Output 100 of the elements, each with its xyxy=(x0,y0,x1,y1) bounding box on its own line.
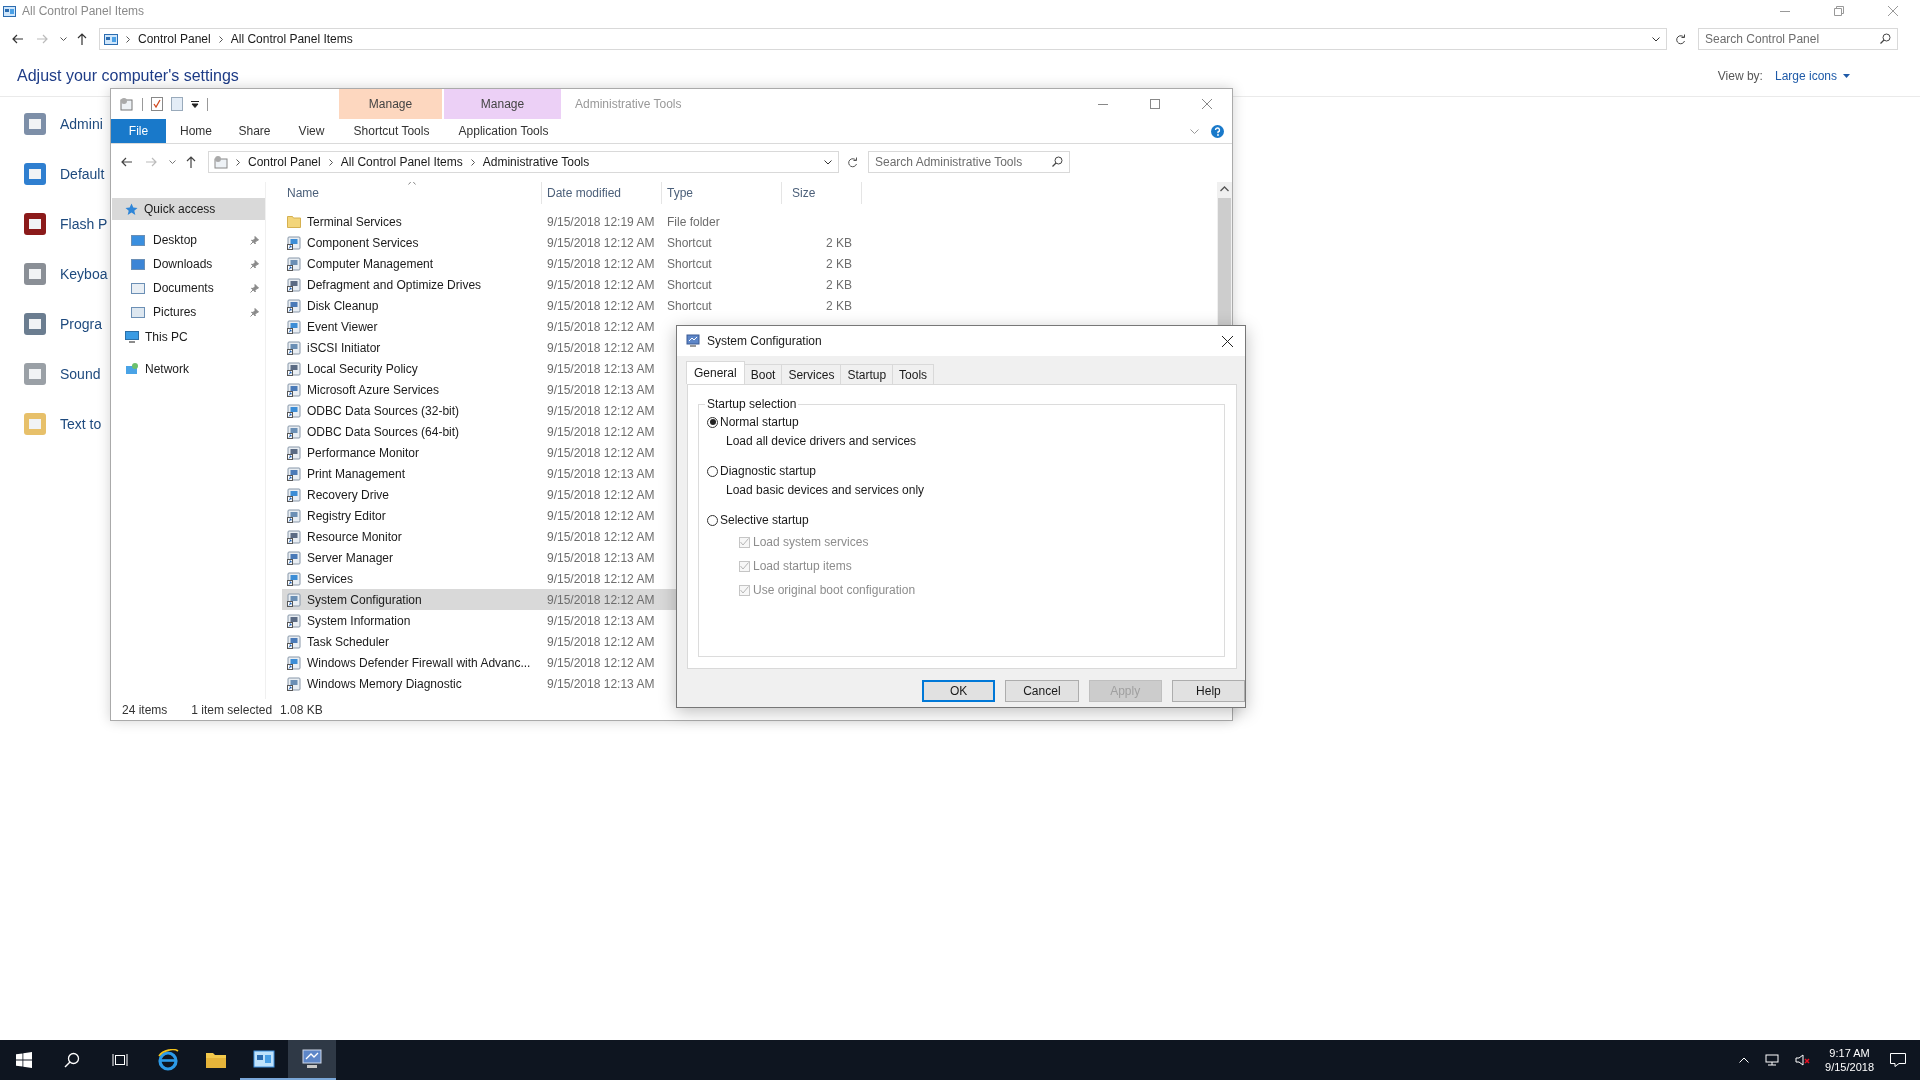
file-row[interactable]: Component Services 9/15/2018 12:12 AM Shortcut 2 KB xyxy=(282,232,862,253)
file-row[interactable]: Windows Memory Diagnostic 9/15/2018 12:13 AM xyxy=(282,673,862,694)
task-view-icon[interactable] xyxy=(112,1053,128,1067)
column-header[interactable]: Size xyxy=(782,182,862,204)
date-cell: 9/15/2018 12:12 AM xyxy=(547,277,655,292)
help-icon[interactable] xyxy=(1211,124,1224,138)
applet-label[interactable]: Keyboa xyxy=(60,266,108,282)
file-row[interactable]: Disk Cleanup 9/15/2018 12:12 AM Shortcut 2 KB xyxy=(282,295,862,316)
nav-item[interactable]: Quick access xyxy=(112,198,265,220)
chevron-icon[interactable] xyxy=(218,35,223,43)
caret-icon[interactable] xyxy=(169,159,176,165)
dialog-button[interactable]: Cancel xyxy=(1005,680,1079,702)
view-mode-dropdown[interactable]: Large icons xyxy=(1774,69,1837,83)
breadcrumb-item[interactable]: All Control Panel Items xyxy=(340,155,463,169)
pin-icon[interactable] xyxy=(250,283,259,293)
clock[interactable]: 9:17 AM 9/15/2018 xyxy=(1825,1046,1874,1074)
applet-label[interactable]: Admini xyxy=(60,116,103,132)
expand-ribbon-icon[interactable] xyxy=(1190,128,1199,134)
up-arrow-icon[interactable] xyxy=(77,33,87,45)
breadcrumb-item[interactable]: Control Panel xyxy=(138,32,211,46)
network-icon[interactable] xyxy=(1765,1054,1780,1066)
speaker-muted-icon[interactable] xyxy=(1795,1054,1812,1066)
close-icon[interactable] xyxy=(1222,335,1233,347)
file-row[interactable]: Computer Management 9/15/2018 12:12 AM Shortcut 2 KB xyxy=(282,253,862,274)
column-header[interactable]: Type xyxy=(662,182,782,204)
ribbon-tab[interactable]: Application Tools xyxy=(445,119,562,143)
customize-toolbar-icon[interactable] xyxy=(191,100,199,108)
option-label[interactable]: Diagnostic startup xyxy=(720,464,817,478)
nav-item[interactable]: Downloads xyxy=(111,252,265,276)
dialog-button[interactable]: Help xyxy=(1171,680,1245,702)
radio-button[interactable] xyxy=(707,465,718,477)
ribbon-tab[interactable]: Shortcut Tools xyxy=(340,119,443,143)
back-arrow-icon[interactable] xyxy=(12,34,24,44)
nav-item[interactable]: Pictures xyxy=(111,300,265,324)
restore-icon[interactable] xyxy=(1834,6,1844,16)
taskbar-app[interactable] xyxy=(288,1040,336,1080)
start-icon[interactable] xyxy=(16,1052,32,1068)
address-bar[interactable]: Control Panel All Control Panel Items Administrative Tools xyxy=(208,151,839,173)
type-cell: Shortcut xyxy=(667,277,712,292)
pin-icon[interactable] xyxy=(250,307,259,317)
file-row[interactable]: System Information 9/15/2018 12:13 AM xyxy=(282,610,862,631)
chevron-icon[interactable] xyxy=(126,35,130,43)
chevron-icon[interactable] xyxy=(236,158,240,166)
maximize-icon[interactable] xyxy=(1150,99,1160,109)
option-label[interactable]: Selective startup xyxy=(720,513,809,527)
applet-label[interactable]: Default xyxy=(60,166,105,182)
applet-label[interactable]: Flash P xyxy=(60,216,108,232)
file-row[interactable]: Windows Defender Firewall with Advanc... 9/15/2018 12:12 AM xyxy=(282,652,862,673)
ribbon-tab[interactable]: Home xyxy=(166,119,226,143)
back-arrow-icon[interactable] xyxy=(121,157,133,167)
radio-button[interactable] xyxy=(707,416,718,428)
checkmark-document-icon[interactable] xyxy=(151,97,163,111)
search-icon[interactable] xyxy=(64,1052,80,1068)
date-cell: 9/15/2018 12:19 AM xyxy=(547,214,655,229)
search-field[interactable]: Search Administrative Tools xyxy=(868,151,1070,173)
breadcrumb-item[interactable]: All Control Panel Items xyxy=(230,32,353,46)
file-name: Terminal Services xyxy=(307,214,402,229)
shortcut-icon xyxy=(287,550,301,565)
file-row[interactable]: Task Scheduler 9/15/2018 12:12 AM xyxy=(282,631,862,652)
nav-item[interactable]: Desktop xyxy=(111,228,265,252)
breadcrumb-item[interactable]: Administrative Tools xyxy=(482,155,590,169)
up-arrow-icon[interactable] xyxy=(186,156,196,168)
address-bar[interactable]: Control Panel All Control Panel Items xyxy=(99,28,1667,50)
nav-item[interactable]: Network xyxy=(112,358,265,380)
caret-icon[interactable] xyxy=(60,36,67,42)
radio-button[interactable] xyxy=(707,514,718,526)
applet-label[interactable]: Sound xyxy=(60,366,101,382)
file-row[interactable]: Terminal Services 9/15/2018 12:19 AM File folder xyxy=(282,211,862,232)
tab[interactable]: Startup xyxy=(840,364,894,384)
chevron-icon[interactable] xyxy=(470,158,475,166)
ribbon-tab[interactable]: Share xyxy=(226,119,283,143)
tab[interactable]: Tools xyxy=(892,364,935,384)
dropdown-caret-icon[interactable] xyxy=(1652,36,1660,42)
chevron-up-icon[interactable] xyxy=(1739,1057,1750,1063)
column-header[interactable]: Name xyxy=(282,182,542,204)
refresh-icon[interactable] xyxy=(1675,33,1686,45)
breadcrumb-item[interactable]: Control Panel xyxy=(248,155,321,169)
pin-icon[interactable] xyxy=(250,259,259,269)
file-name: ODBC Data Sources (32-bit) xyxy=(307,403,460,418)
pin-icon[interactable] xyxy=(250,235,259,245)
dialog-button[interactable]: OK xyxy=(922,680,996,702)
notification-icon[interactable] xyxy=(1890,1053,1906,1067)
scroll-up-icon[interactable] xyxy=(1220,186,1229,192)
applet-label[interactable]: Progra xyxy=(60,316,103,332)
ribbon-tab[interactable]: View xyxy=(283,119,340,143)
tab[interactable]: General xyxy=(686,361,745,384)
file-row[interactable]: Defragment and Optimize Drives 9/15/2018 12:12 AM Shortcut 2 KB xyxy=(282,274,862,295)
group-label: Startup selection xyxy=(705,397,799,411)
chevron-icon[interactable] xyxy=(328,158,333,166)
nav-item[interactable]: Documents xyxy=(111,276,265,300)
caret-icon[interactable] xyxy=(1843,74,1850,78)
column-header[interactable]: Date modified xyxy=(542,182,662,204)
option-label[interactable]: Normal startup xyxy=(720,415,799,429)
applet-label[interactable]: Text to xyxy=(60,416,102,432)
contextual-tab-group: Manage xyxy=(339,89,442,119)
ribbon-tab[interactable]: File xyxy=(111,119,166,143)
dropdown-caret-icon[interactable] xyxy=(824,159,832,165)
refresh-icon[interactable] xyxy=(847,156,858,168)
nav-item[interactable]: This PC xyxy=(112,326,265,348)
search-field[interactable]: Search Control Panel xyxy=(1698,28,1898,50)
